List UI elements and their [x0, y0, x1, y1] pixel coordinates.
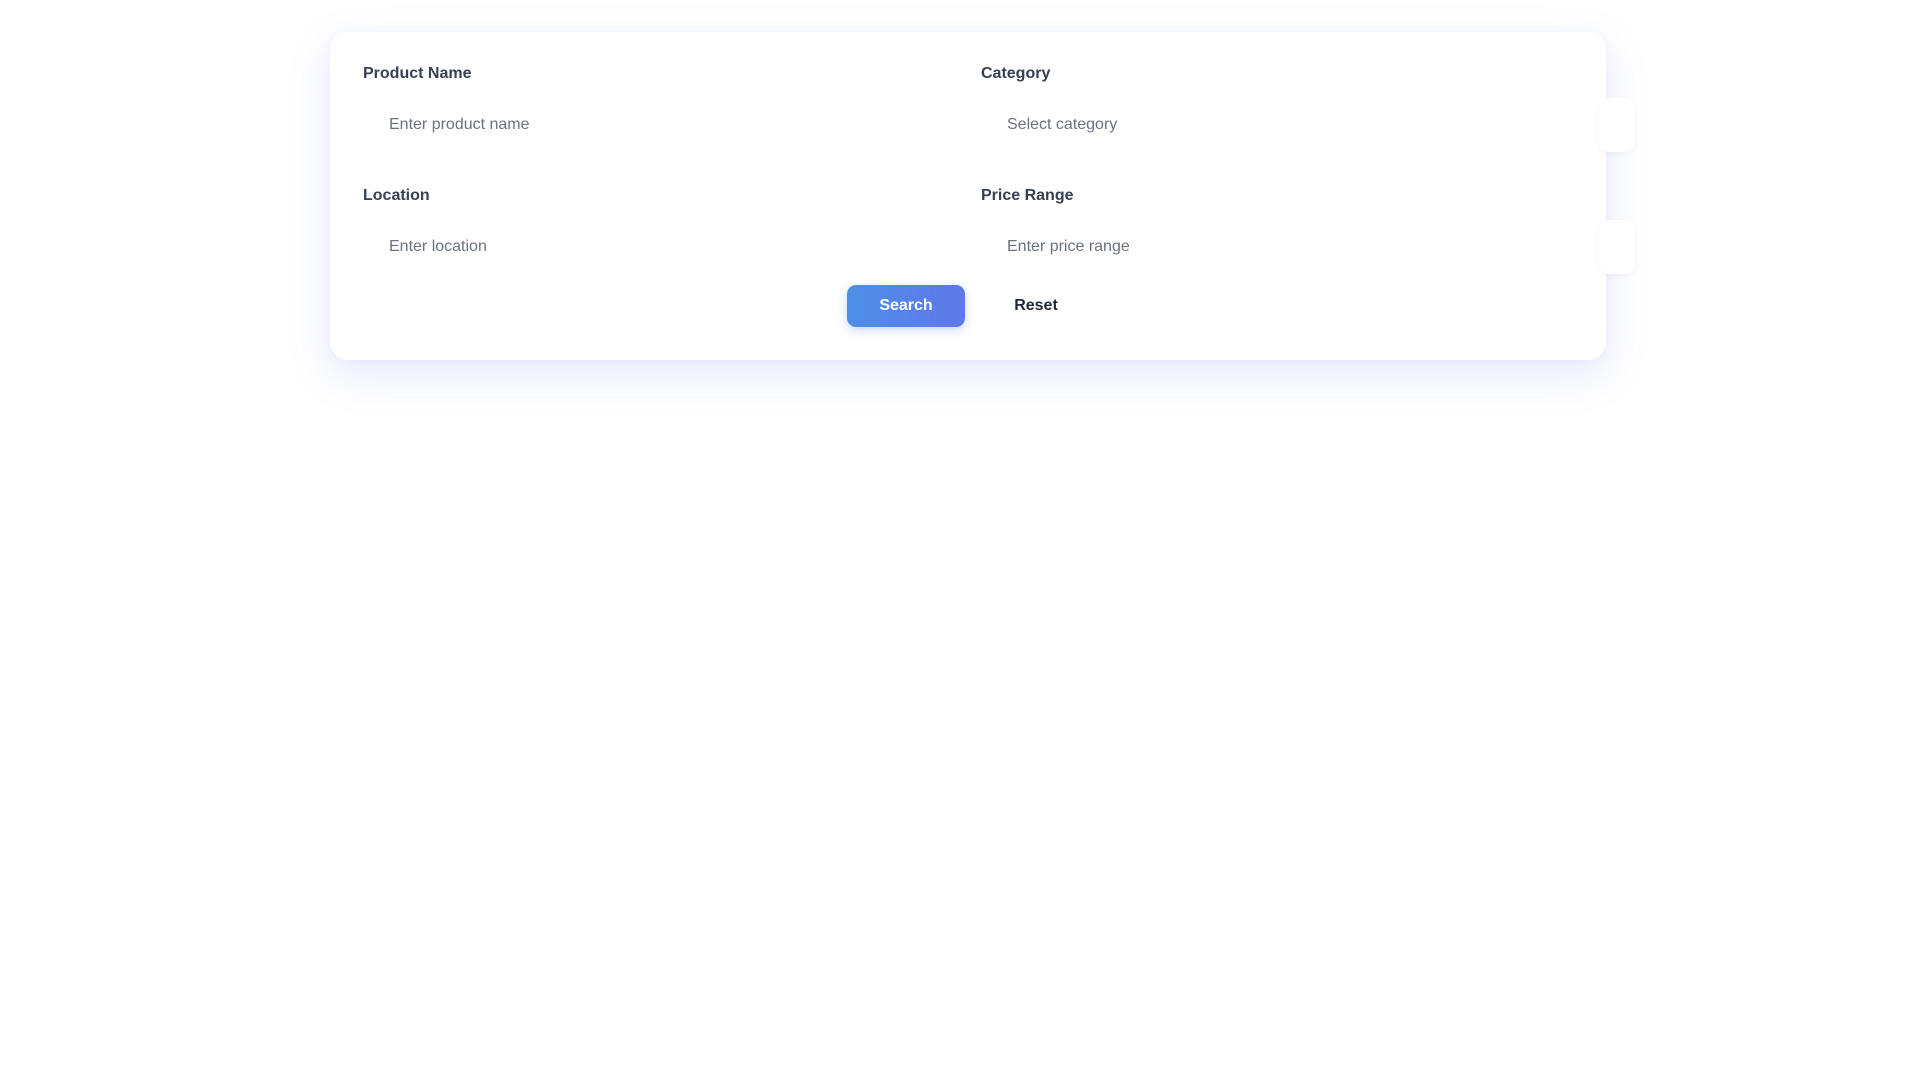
price-range-input-wrapper: [981, 220, 1635, 274]
product-search-card: Product Name Category Location Price Ran…: [330, 32, 1635, 360]
product-search-form: Product Name Category Location Price Ran…: [363, 64, 1635, 274]
location-input[interactable]: [363, 220, 963, 274]
category-label: Category: [981, 65, 1051, 82]
location-label: Location: [363, 187, 430, 204]
price-range-input[interactable]: [981, 220, 1581, 274]
category-input-wrapper: [981, 98, 1635, 152]
location-field-group: Location: [363, 186, 963, 274]
search-actions: Search Reset: [330, 285, 1606, 327]
location-input-wrapper: [363, 220, 963, 274]
reset-button[interactable]: Reset: [986, 285, 1086, 327]
product-name-input[interactable]: [363, 98, 963, 152]
price-range-label: Price Range: [981, 187, 1074, 204]
product-name-field-group: Product Name: [363, 64, 963, 152]
category-input[interactable]: [981, 98, 1581, 152]
category-field-group: Category: [981, 64, 1635, 152]
product-name-input-wrapper: [363, 98, 963, 152]
search-button[interactable]: Search: [847, 285, 965, 327]
price-range-field-group: Price Range: [981, 186, 1635, 274]
product-name-label: Product Name: [363, 65, 472, 82]
